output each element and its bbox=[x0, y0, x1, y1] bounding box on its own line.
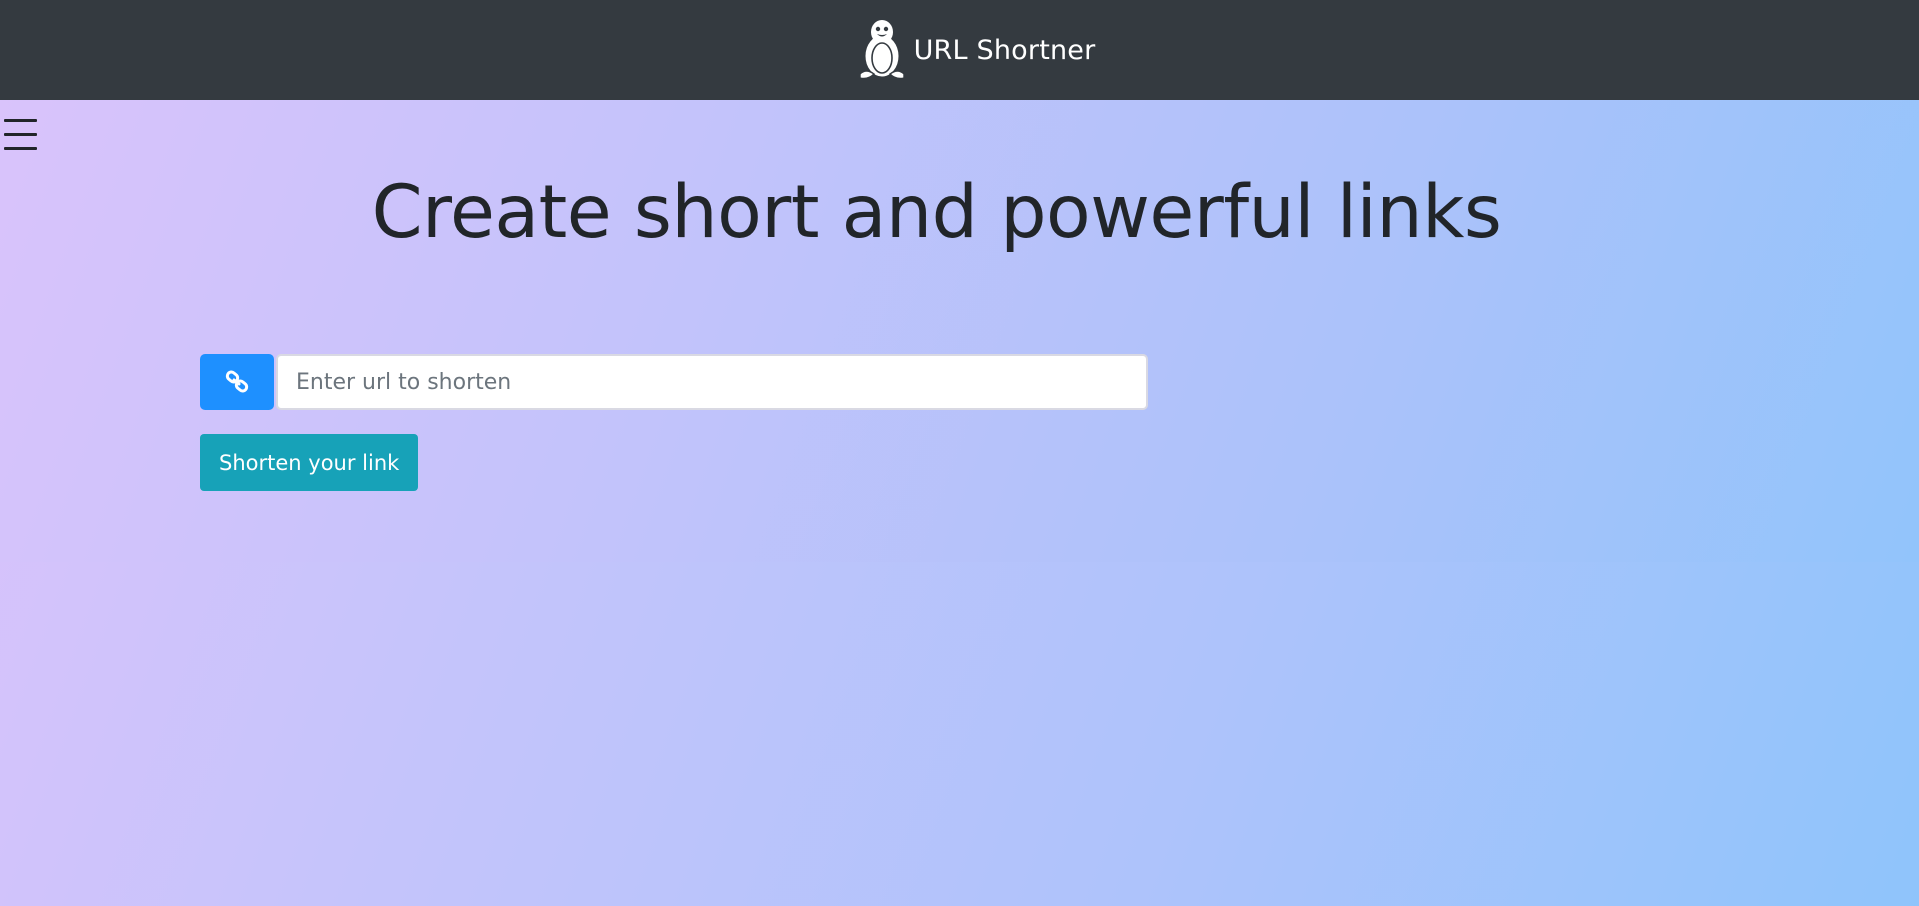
page-title: Create short and powerful links bbox=[371, 170, 1502, 255]
url-input-group bbox=[200, 354, 1148, 410]
url-input[interactable] bbox=[276, 354, 1148, 410]
brand[interactable]: URL Shortner bbox=[854, 18, 1096, 82]
hero-section: Create short and powerful links Shorten … bbox=[0, 100, 1919, 562]
penguin-icon bbox=[858, 20, 905, 80]
hamburger-menu-icon[interactable] bbox=[2, 114, 38, 154]
brand-title: URL Shortner bbox=[913, 34, 1096, 66]
link-button[interactable] bbox=[200, 354, 274, 410]
link-icon bbox=[225, 370, 249, 393]
top-navbar: URL Shortner bbox=[0, 0, 1919, 100]
shorten-link-button[interactable]: Shorten your link bbox=[200, 434, 419, 491]
